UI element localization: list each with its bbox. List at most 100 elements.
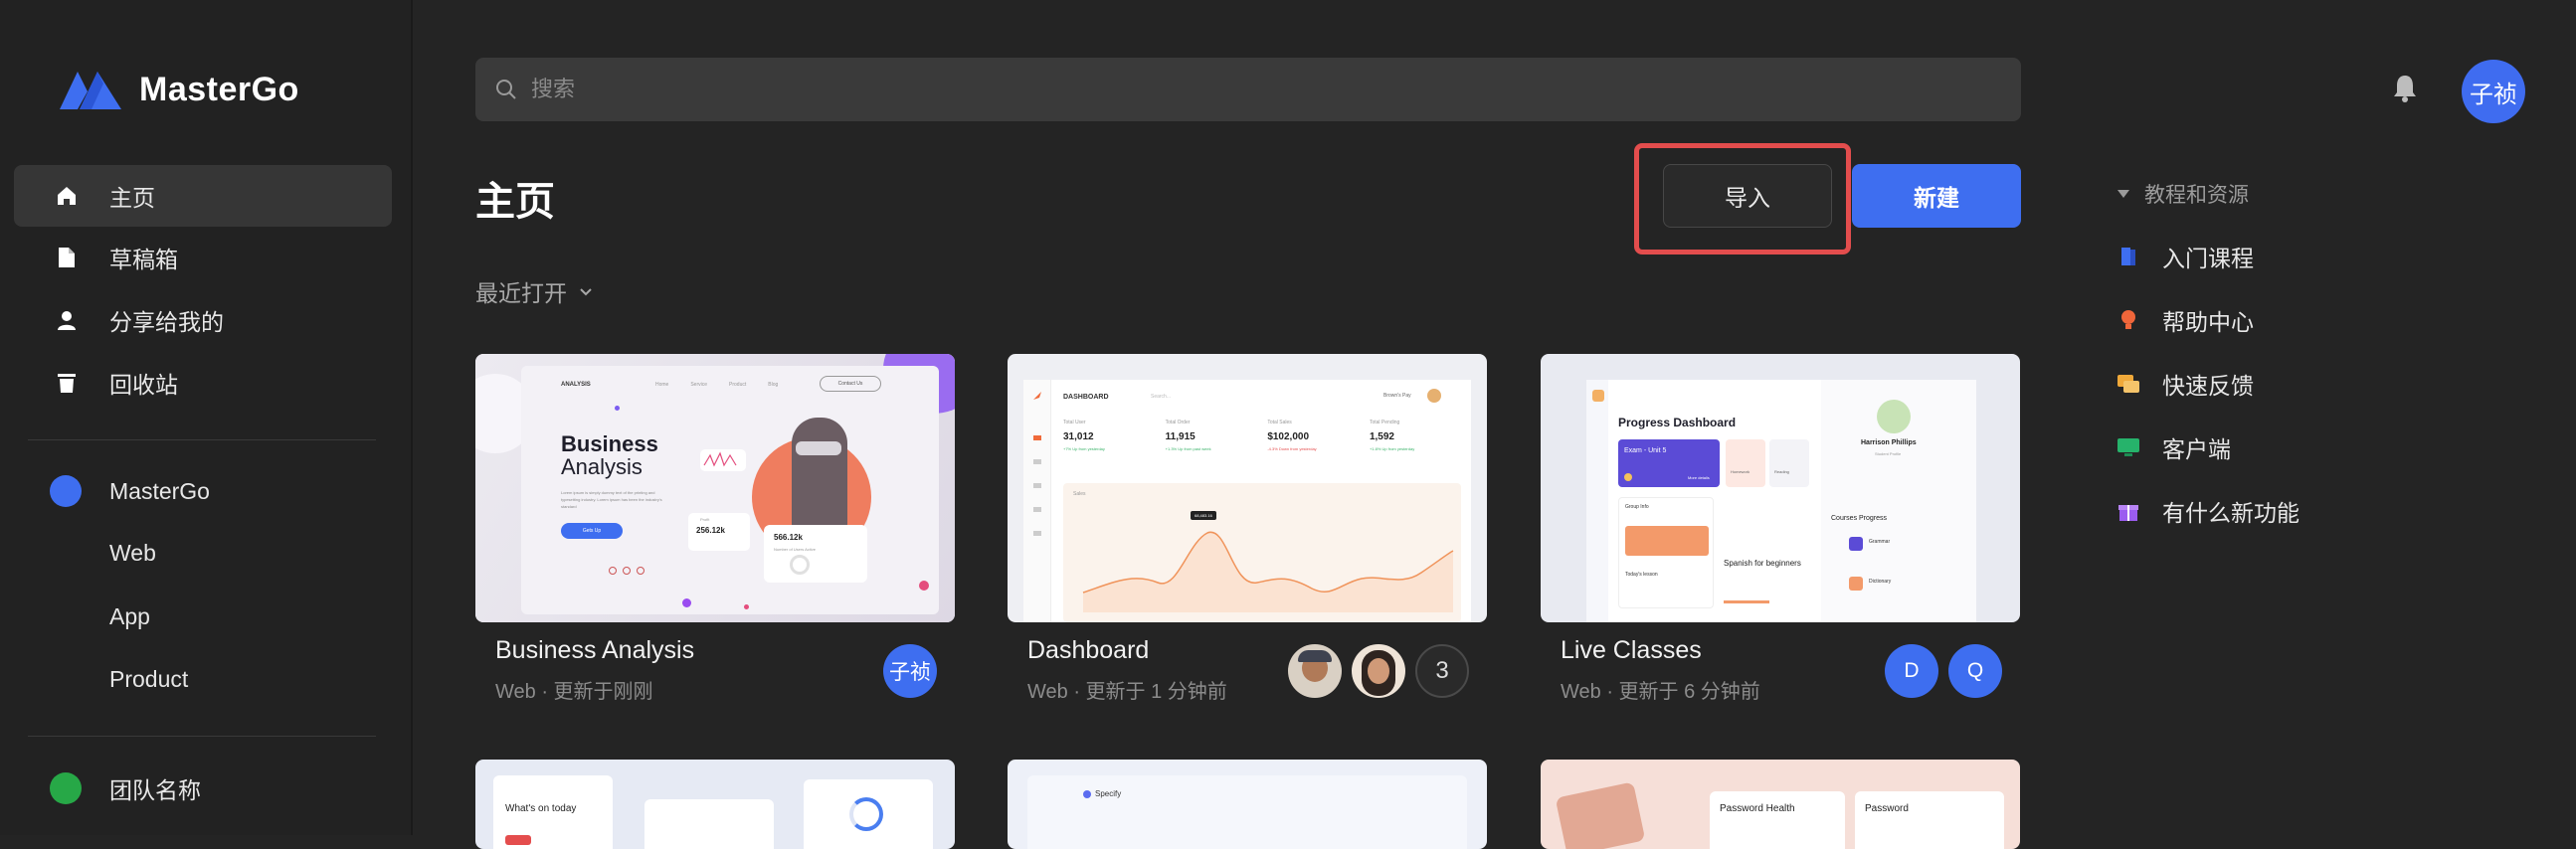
thumb-nav: Home Service Product Blog <box>655 382 778 388</box>
thumb-stats: Total User 31,012 +7% Up from yesterday … <box>1063 420 1461 451</box>
bulb-icon <box>2116 308 2140 332</box>
thumb-dot <box>682 598 691 607</box>
thumb-chart: Sales 68,483.16 <box>1063 483 1461 622</box>
collaborators: 3 <box>1288 644 1469 698</box>
team-name[interactable]: 团队名称 <box>50 771 201 805</box>
thumb-card <box>804 779 933 849</box>
thumb-nav-item: Service <box>690 382 708 388</box>
collaborator-avatar[interactable] <box>1352 644 1405 698</box>
team-mastergo[interactable]: MasterGo <box>50 475 210 507</box>
search-bar[interactable] <box>475 58 2021 121</box>
thumb-stat-value: 566.12k <box>774 533 803 542</box>
file-thumbnail[interactable]: What's on today <box>475 760 955 849</box>
sidebar-item-trash[interactable]: 回收站 <box>14 352 392 414</box>
thumb-title: DASHBOARD <box>1063 394 1109 401</box>
project-app[interactable]: App <box>109 603 150 630</box>
sidebar-item-shared[interactable]: 分享给我的 <box>14 289 392 351</box>
thumb-stat: Total Pending 1,592 +1.8% Up from yester… <box>1370 420 1461 451</box>
thumb-stat-card: Profit 256.12k <box>688 513 750 551</box>
collaborator-avatar[interactable] <box>1288 644 1342 698</box>
thumb-stat-label: Total Sales <box>1267 420 1292 425</box>
collaborator-avatar[interactable]: Q <box>1948 644 2002 698</box>
thumb-body: Lorem ipsum is simply dummy text of the … <box>561 490 662 509</box>
thumb-more: More details <box>1688 475 1710 480</box>
file-thumbnail[interactable]: Specify <box>1008 760 1487 849</box>
thumb-avatar <box>1427 389 1441 403</box>
sidebar-item-drafts[interactable]: 草稿箱 <box>14 227 392 288</box>
project-web[interactable]: Web <box>109 540 156 567</box>
resource-item-course[interactable]: 入门课程 <box>2116 240 2415 273</box>
thumb-stat-label: Total Pending <box>1369 420 1400 425</box>
project-product[interactable]: Product <box>109 666 188 693</box>
thumb-stat: Total User 31,012 +7% Up from yesterday <box>1063 420 1155 451</box>
notification-bell[interactable] <box>2391 74 2419 108</box>
file-icon <box>54 245 80 270</box>
file-card[interactable]: Progress Dashboard Exam - Unit 5 More de… <box>1541 354 2020 704</box>
thumb-role: Student Profile <box>1875 451 1902 456</box>
more-collaborators-count[interactable]: 3 <box>1415 644 1469 698</box>
logo[interactable]: MasterGo <box>58 68 299 111</box>
file-thumbnail[interactable]: ANALYSIS Home Service Product Blog Conta… <box>475 354 955 622</box>
new-button[interactable]: 新建 <box>1852 164 2021 228</box>
thumb-stat-label: Profit <box>700 517 710 522</box>
bell-icon <box>2394 76 2416 102</box>
sidebar-item-home[interactable]: 主页 <box>14 165 392 227</box>
sidebar-item-label: 草稿箱 <box>109 247 178 272</box>
thumb-profile-panel: Harrison Phillips Student Profile Course… <box>1821 380 1976 622</box>
file-thumbnail[interactable]: DASHBOARD Search... Brown's Pay Total Us… <box>1008 354 1487 622</box>
thumb-cta: Gets Up <box>561 523 623 539</box>
resource-item-help[interactable]: 帮助中心 <box>2116 303 2415 337</box>
thumb-stat-label: Total User <box>1063 420 1086 425</box>
thumb-brand: ANALYSIS <box>561 382 591 388</box>
thumb-label: Password <box>1865 803 1909 814</box>
thumb-stat-value: 256.12k <box>696 526 725 535</box>
file-card[interactable]: DASHBOARD Search... Brown's Pay Total Us… <box>1008 354 1487 704</box>
thumb-vr-headset <box>796 441 841 455</box>
thumb-label: What's on today <box>505 803 577 814</box>
thumb-profile-avatar <box>1877 400 1911 433</box>
search-input[interactable] <box>531 77 1924 102</box>
collaborators: 子祯 <box>883 644 937 698</box>
sidebar-item-label: 主页 <box>109 185 155 211</box>
thumb-name: Harrison Phillips <box>1861 439 1917 446</box>
resource-item-whats-new[interactable]: 有什么新功能 <box>2116 494 2415 528</box>
chevron-down-icon <box>580 288 592 296</box>
resources-title: 教程和资源 <box>2144 184 2249 207</box>
thumb-dot <box>919 581 929 591</box>
collaborator-avatar[interactable]: D <box>1885 644 1938 698</box>
thumb-chip-label: Reading <box>1774 469 1789 474</box>
thumb-card: Password <box>1855 791 2004 849</box>
resource-item-feedback[interactable]: 快速反馈 <box>2116 367 2415 401</box>
thumb-group-card: Group Info Today's lesson <box>1618 497 1714 608</box>
collaborator-avatar[interactable]: 子祯 <box>883 644 937 698</box>
import-button[interactable]: 导入 <box>1663 164 1832 228</box>
thumb-heading: Analysis <box>561 454 643 479</box>
resources-header[interactable]: 教程和资源 <box>2116 179 2375 209</box>
thumb-sidebar <box>1023 380 1051 622</box>
thumb-stat: Total Order 11,915 +1.3% Up from past we… <box>1166 420 1257 451</box>
thumb-chip: Homework <box>1726 439 1765 487</box>
thumb-course-icon <box>1849 537 1863 551</box>
mastergo-logo-icon <box>60 72 121 109</box>
user-avatar[interactable]: 子祯 <box>2462 60 2525 123</box>
thumb-courses-progress: Courses Progress <box>1831 515 1888 522</box>
gift-icon <box>2116 499 2140 523</box>
sidebar-divider <box>28 736 376 737</box>
avatar-face <box>1368 658 1389 684</box>
thumb-label: Password Health <box>1720 803 1795 814</box>
thumb-page: Specify <box>1027 775 1467 849</box>
thumb-user: Brown's Pay <box>1383 393 1411 399</box>
thumb-line-chart <box>1082 531 1454 612</box>
thumb-course-icon <box>1849 577 1863 591</box>
thumb-sidebar <box>1586 380 1608 622</box>
thumb-chip-label: Homework <box>1731 469 1750 474</box>
file-thumbnail[interactable]: Password Health Password <box>1541 760 2020 849</box>
resource-item-client[interactable]: 客户端 <box>2116 430 2415 464</box>
resource-label: 有什么新功能 <box>2162 500 2300 526</box>
recent-label: 最近打开 <box>475 280 567 306</box>
thumb-donut <box>849 797 883 831</box>
file-thumbnail[interactable]: Progress Dashboard Exam - Unit 5 More de… <box>1541 354 2020 622</box>
thumb-card-shape <box>1555 781 1646 849</box>
recent-filter[interactable]: 最近打开 <box>475 274 593 308</box>
file-card[interactable]: ANALYSIS Home Service Product Blog Conta… <box>475 354 955 704</box>
